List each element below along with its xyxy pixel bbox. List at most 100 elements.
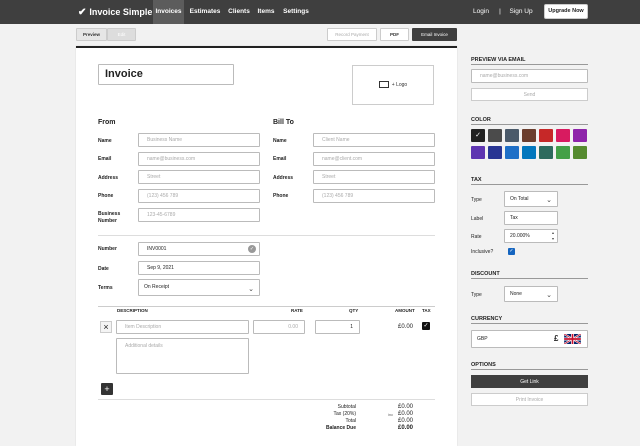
invoice-title-input[interactable]: Invoice — [98, 64, 234, 85]
uk-flag-icon — [564, 334, 581, 344]
item-amount: £0.00 — [398, 324, 414, 330]
bill-to-heading: Bill To — [273, 119, 294, 126]
tax-rate-label: Rate — [471, 234, 482, 240]
section-divider — [471, 278, 588, 279]
items-header — [98, 306, 435, 315]
date-input[interactable]: Sep 9, 2021 — [138, 261, 260, 275]
color-swatch[interactable] — [539, 129, 553, 142]
total-value: £0.00 — [398, 418, 414, 424]
business-number-input[interactable]: 123-45-6789 — [138, 208, 260, 222]
col-rate: RATE — [291, 308, 303, 313]
nav-clients[interactable]: Clients — [225, 0, 253, 24]
from-email-label: Email — [98, 156, 112, 162]
stepper-icon: ▴ ▾ — [551, 230, 554, 241]
upgrade-button[interactable]: Upgrade Now — [544, 4, 588, 19]
logo-upload[interactable]: + Logo — [352, 65, 434, 105]
balance-due-label: Balance Due — [325, 425, 356, 431]
tax-rate-input[interactable]: 20.000% ▴ ▾ — [504, 229, 558, 243]
get-link-button[interactable]: Get Link — [471, 375, 588, 388]
color-swatch[interactable] — [573, 129, 587, 142]
color-swatch[interactable] — [505, 129, 519, 142]
client-email-label: Email — [273, 156, 287, 162]
tax-label-input[interactable]: Tax — [504, 211, 558, 225]
edit-toggle[interactable]: Edit — [107, 28, 136, 41]
nav-login[interactable]: Login — [468, 0, 494, 24]
color-swatch[interactable]: ✓ — [471, 129, 485, 142]
from-address-input[interactable]: Street — [138, 170, 260, 184]
tax-total-value: £0.00 — [398, 411, 414, 417]
tax-label-label: Label — [471, 216, 484, 222]
col-amount: AMOUNT — [395, 308, 415, 313]
balance-due-value: £0.00 — [398, 425, 414, 431]
nav-signup[interactable]: Sign Up — [506, 0, 536, 24]
tax-heading: TAX — [471, 177, 482, 183]
nav-invoices[interactable]: Invoices — [153, 0, 184, 24]
discount-type-label: Type — [471, 292, 482, 298]
preview-email-input[interactable]: name@business.com — [471, 69, 588, 83]
add-item-button[interactable]: + — [101, 383, 113, 395]
tax-inclusive-note: inc — [388, 412, 394, 417]
pdf-button[interactable]: PDF — [380, 28, 409, 41]
color-swatch[interactable] — [522, 129, 536, 142]
tax-type-value: On Total — [510, 196, 529, 202]
client-email-input[interactable]: name@client.com — [313, 152, 435, 166]
record-payment-button[interactable]: Record Payment — [327, 28, 377, 41]
color-swatch[interactable] — [488, 146, 502, 159]
discount-type-value: None — [510, 291, 522, 297]
currency-select[interactable]: GBP £ — [471, 330, 588, 348]
nav-items[interactable]: Items — [255, 0, 277, 24]
color-swatch[interactable] — [556, 146, 570, 159]
currency-symbol: £ — [554, 334, 559, 343]
chevron-down-icon: ⌄ — [546, 197, 552, 204]
color-swatch[interactable] — [505, 146, 519, 159]
print-invoice-button[interactable]: Print Invoice — [471, 393, 588, 406]
from-phone-input[interactable]: (123) 456 789 — [138, 189, 260, 203]
from-heading: From — [98, 119, 116, 126]
item-description-input[interactable]: Item Description — [116, 320, 249, 334]
terms-select[interactable]: On Receipt ⌄ — [138, 279, 260, 296]
total-label: Total — [345, 418, 356, 424]
client-address-input[interactable]: Street — [313, 170, 435, 184]
delete-item-button[interactable]: × — [100, 321, 112, 333]
color-swatch[interactable] — [522, 146, 536, 159]
logo-label: + Logo — [391, 82, 408, 88]
divider — [98, 235, 435, 236]
discount-type-select[interactable]: None ⌄ — [504, 286, 558, 302]
color-swatch[interactable] — [573, 146, 587, 159]
item-details-input[interactable]: Additional details — [116, 338, 249, 374]
nav-estimates[interactable]: Estimates — [187, 0, 223, 24]
email-invoice-button[interactable]: Email Invoice — [412, 28, 457, 41]
section-divider — [471, 323, 588, 324]
client-name-label: Name — [273, 138, 287, 144]
totals-divider — [98, 399, 435, 400]
from-name-input[interactable]: Business Name — [138, 133, 260, 147]
from-email-input[interactable]: name@business.com — [138, 152, 260, 166]
inclusive-checkbox[interactable]: ✓ — [508, 248, 515, 255]
tax-type-select[interactable]: On Total ⌄ — [504, 191, 558, 207]
client-phone-input[interactable]: (123) 456 789 — [313, 189, 435, 203]
terms-value: On Receipt — [144, 284, 170, 290]
invoice-number-input[interactable]: INV0001 ✓ — [138, 242, 260, 256]
tax-total-label: Tax (20%) — [333, 411, 356, 417]
color-swatch[interactable] — [471, 146, 485, 159]
client-name-input[interactable]: Client Name — [313, 133, 435, 147]
top-navbar: ✔ Invoice Simple Invoices Estimates Clien… — [0, 0, 640, 24]
options-heading: OPTIONS — [471, 362, 496, 368]
brand-logo[interactable]: ✔ Invoice Simple — [78, 0, 152, 24]
preview-email-heading: PREVIEW VIA EMAIL — [471, 57, 526, 63]
from-address-label: Address — [98, 175, 119, 181]
item-tax-checkbox[interactable]: ✓ — [422, 322, 430, 330]
color-swatch[interactable] — [488, 129, 502, 142]
currency-heading: CURRENCY — [471, 316, 503, 322]
invoice-card — [76, 46, 457, 446]
color-swatch[interactable] — [556, 129, 570, 142]
nav-settings[interactable]: Settings — [280, 0, 312, 24]
date-label: Date — [98, 266, 109, 272]
item-rate-input[interactable]: 0.00 — [253, 320, 305, 334]
preview-toggle[interactable]: Preview — [76, 28, 107, 41]
color-swatch[interactable] — [539, 146, 553, 159]
client-phone-label: Phone — [273, 193, 289, 199]
item-qty-input[interactable]: 1 — [315, 320, 360, 334]
send-button[interactable]: Send — [471, 88, 588, 101]
terms-label: Terms — [98, 285, 113, 291]
